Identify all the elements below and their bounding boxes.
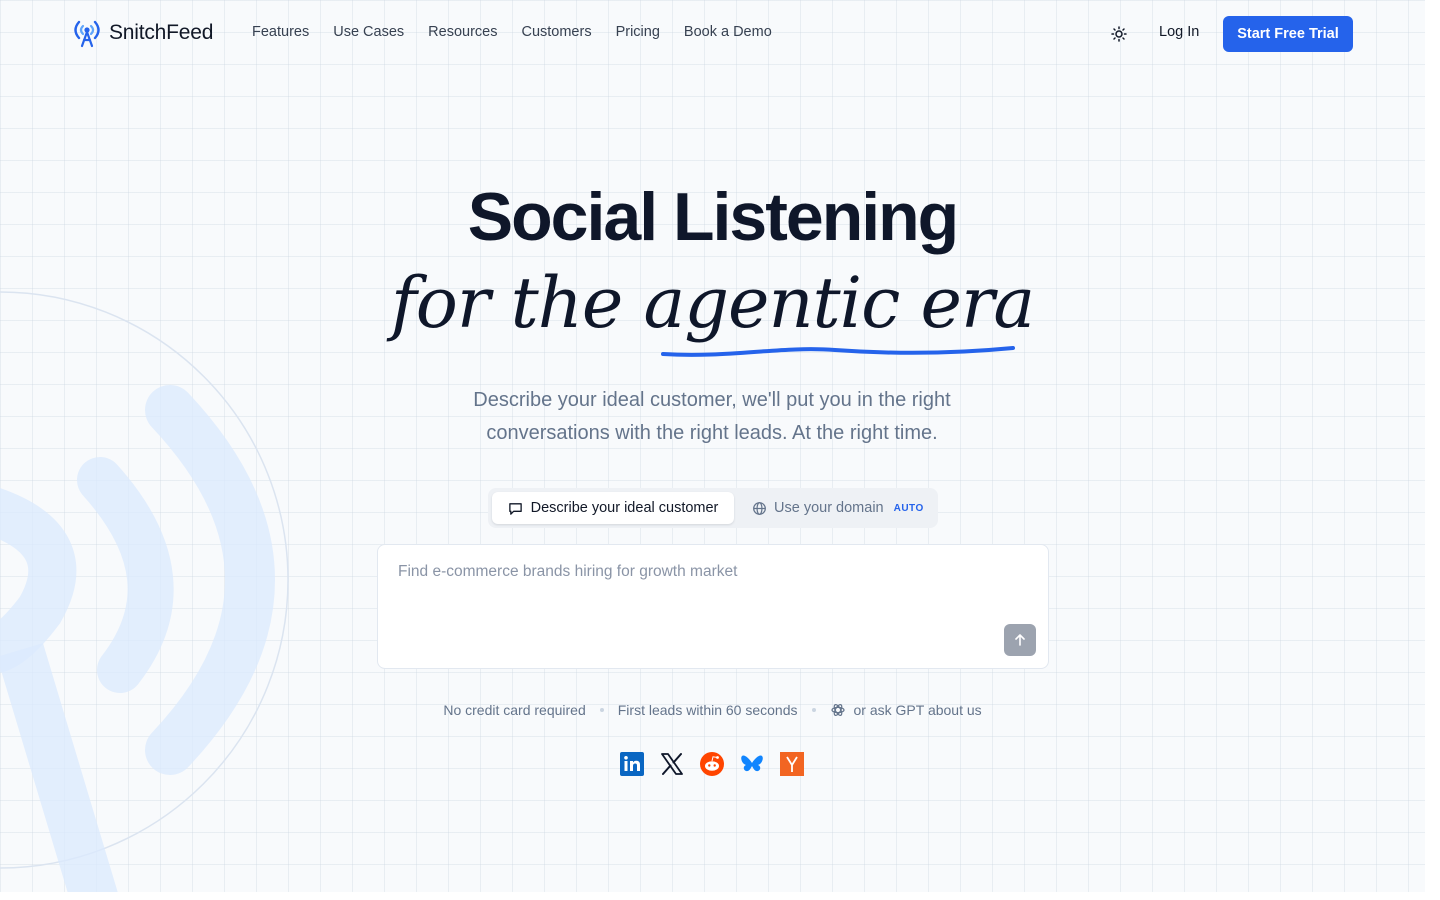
auto-badge: AUTO — [893, 502, 924, 514]
nav-link-customers[interactable]: Customers — [521, 24, 591, 40]
linkedin-icon[interactable] — [620, 752, 644, 776]
globe-icon — [753, 501, 766, 515]
hero-script-subtitle: for the agentic era — [390, 262, 1035, 344]
login-link[interactable]: Log In — [1159, 24, 1199, 40]
prompt-box — [377, 544, 1049, 669]
hero-description: Describe your ideal customer, we'll put … — [473, 389, 951, 444]
openai-icon — [830, 704, 845, 716]
bluesky-icon[interactable] — [740, 752, 764, 776]
nav-link-use-cases[interactable]: Use Cases — [333, 24, 404, 40]
page-bottom-edge — [0, 892, 1425, 900]
nav-links: Features Use Cases Resources Customers P… — [252, 24, 772, 40]
no-credit-card-note: No credit card required — [443, 702, 586, 718]
arrow-up-icon — [1015, 634, 1025, 646]
nav-link-book-demo[interactable]: Book a Demo — [684, 24, 772, 40]
hero-title: Social Listening — [467, 179, 959, 255]
start-free-trial-button[interactable]: Start Free Trial — [1223, 16, 1353, 52]
submit-button[interactable] — [1004, 624, 1036, 656]
nav-link-resources[interactable]: Resources — [428, 24, 497, 40]
social-links — [620, 752, 804, 776]
chat-icon — [508, 502, 522, 515]
theme-toggle-button[interactable] — [1106, 21, 1132, 47]
trust-notes: No credit card required First leads with… — [0, 702, 1425, 718]
input-mode-tabs: Describe your ideal customer Use your do… — [488, 488, 938, 528]
tab-domain-label: Use your domain — [774, 500, 884, 516]
script-underline-stroke — [661, 346, 1015, 357]
top-navigation: SnitchFeed Features Use Cases Resources … — [0, 0, 1425, 68]
nav-link-pricing[interactable]: Pricing — [616, 24, 660, 40]
tab-describe-label: Describe your ideal customer — [530, 500, 719, 516]
ask-gpt-link[interactable]: or ask GPT about us — [830, 702, 982, 718]
tab-describe-customer[interactable]: Describe your ideal customer — [492, 492, 734, 524]
customer-description-input[interactable] — [398, 563, 998, 581]
ycombinator-icon[interactable] — [780, 752, 804, 776]
ask-gpt-label: or ask GPT about us — [853, 702, 982, 718]
first-leads-note: First leads within 60 seconds — [617, 702, 798, 718]
separator-dot — [811, 708, 816, 712]
x-icon[interactable] — [660, 752, 684, 776]
tab-use-domain[interactable]: Use your domain AUTO — [752, 492, 924, 524]
brand-name: SnitchFeed — [109, 21, 214, 44]
separator-dot — [599, 708, 604, 712]
sun-icon — [1111, 26, 1127, 42]
brand-logo[interactable]: SnitchFeed — [73, 18, 213, 48]
nav-link-features[interactable]: Features — [252, 24, 309, 40]
broadcast-logo-icon — [74, 20, 100, 48]
reddit-icon[interactable] — [700, 752, 724, 776]
scrollbar-track[interactable] — [1425, 0, 1440, 900]
